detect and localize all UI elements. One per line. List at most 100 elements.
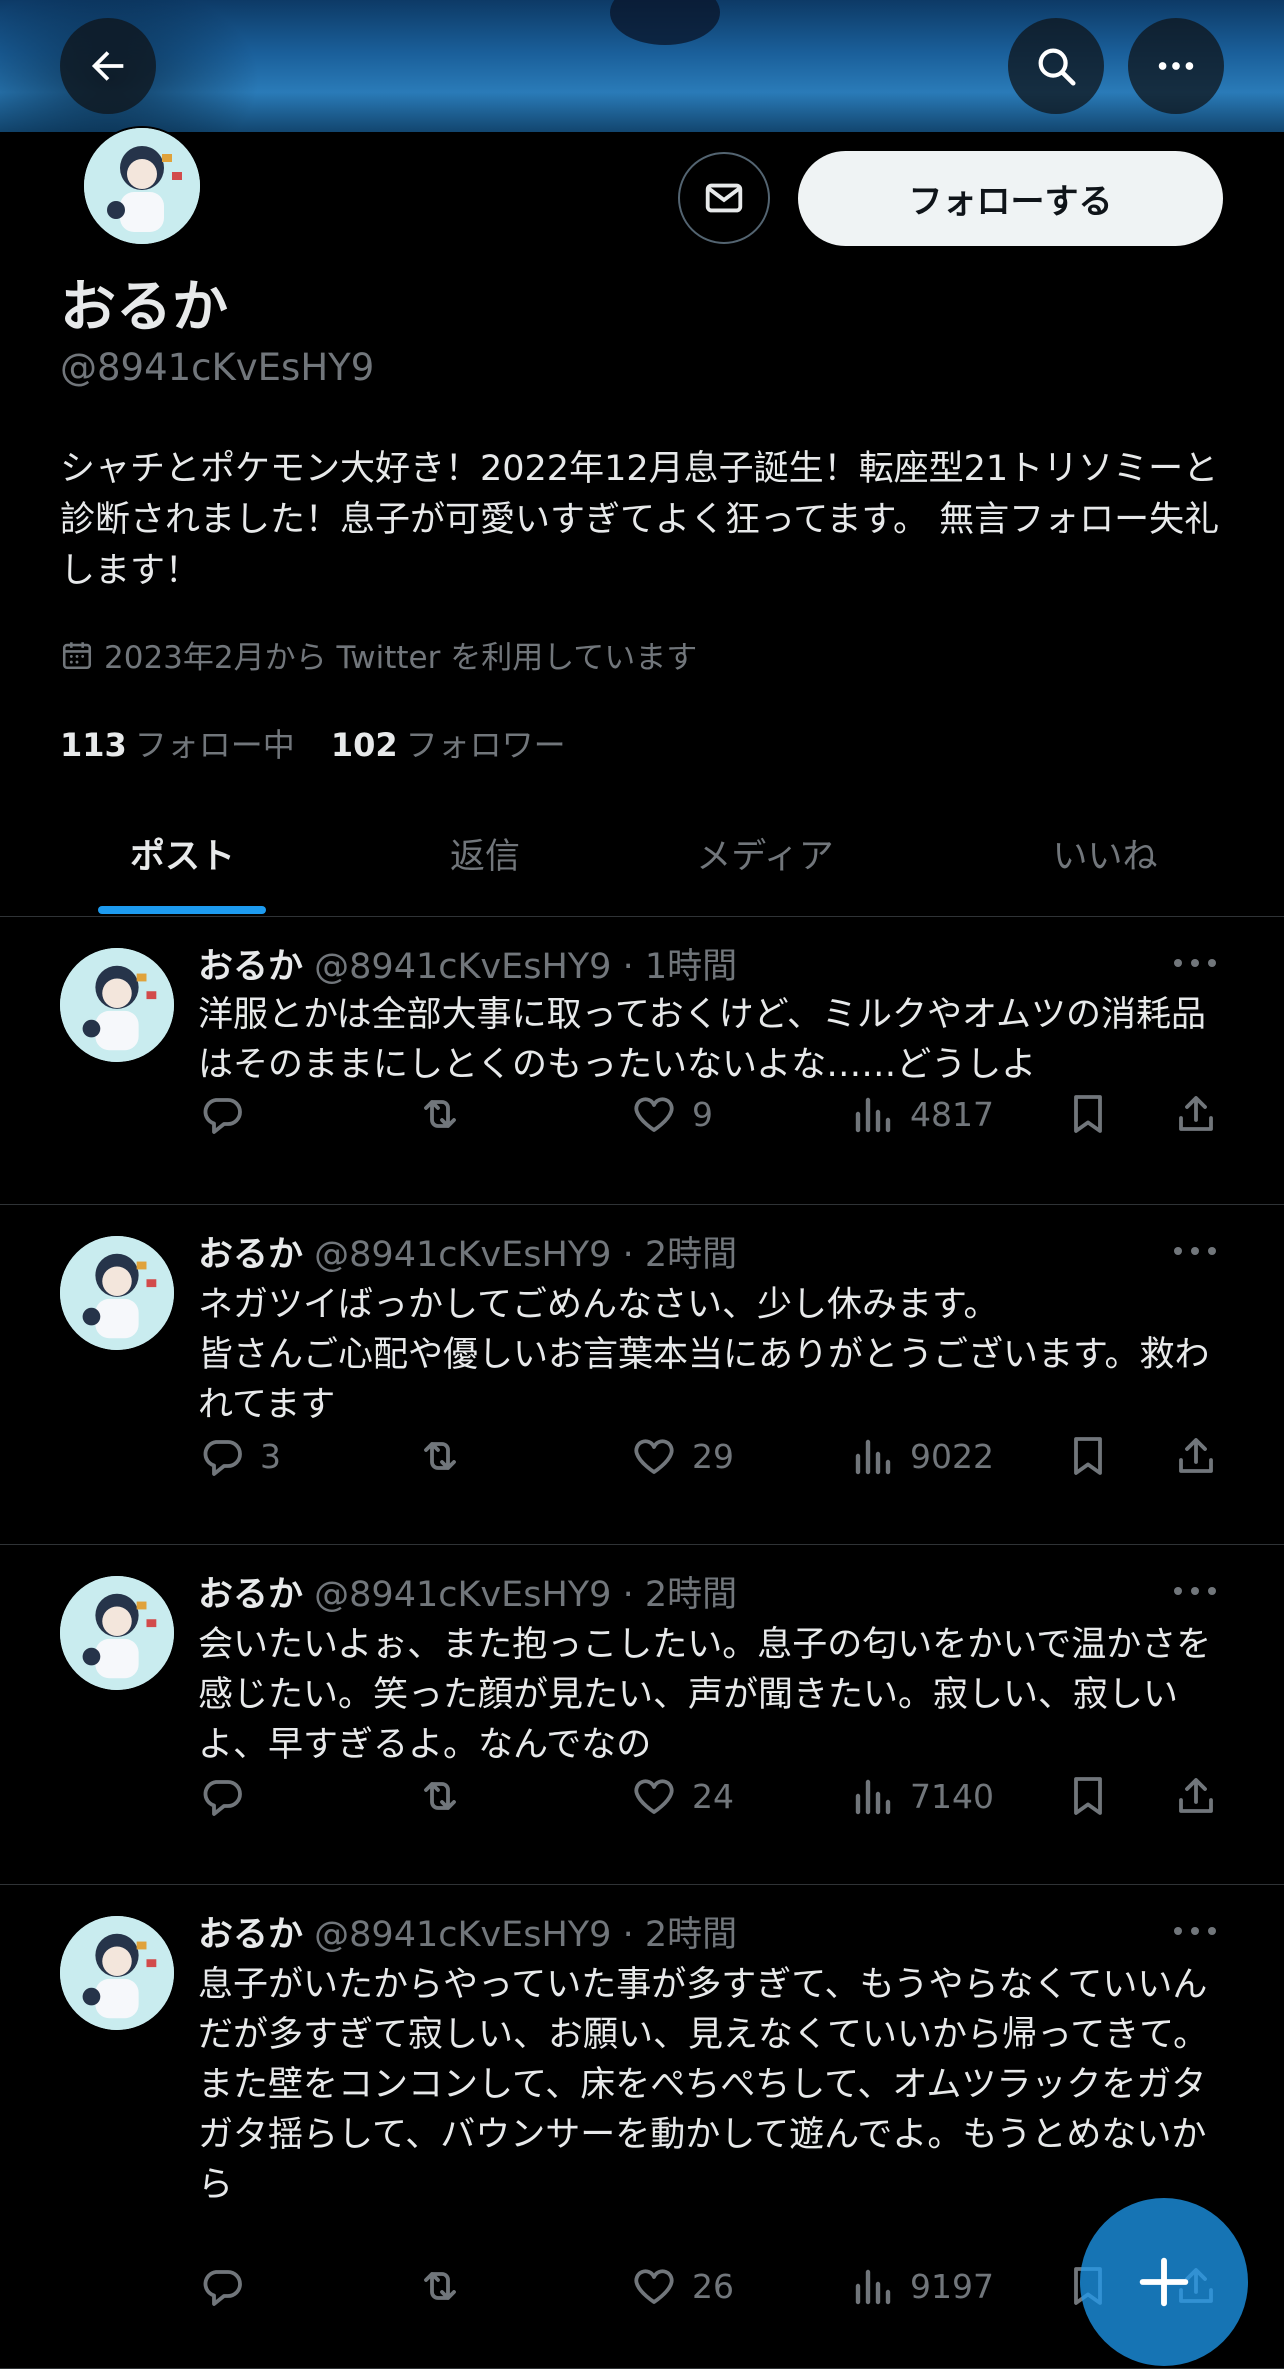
followers-count: 102 — [330, 726, 398, 764]
tab-likes[interactable]: いいね — [990, 790, 1220, 916]
calendar-icon — [62, 641, 92, 669]
post-text: 息子がいたからやっていた事が多すぎて、もうやらなくていいんだが多すぎて寂しい、お… — [198, 1965, 1209, 2205]
post-text: 洋服とかは全部大事に取っておくけど、ミルクやオムツの消耗品はそのままにしとくのも… — [198, 995, 1207, 1085]
post-more-icon[interactable] — [1170, 1924, 1220, 1938]
view-count: 4817 — [910, 1094, 994, 1134]
reply-icon — [203, 1098, 242, 1134]
repost-button[interactable] — [416, 1772, 464, 1820]
post-author-name[interactable]: おるか — [198, 1575, 303, 1615]
share-icon — [1179, 1778, 1213, 1813]
reply-count: 3 — [260, 1436, 281, 1476]
plus-icon — [1139, 2257, 1189, 2307]
reply-button[interactable] — [198, 1090, 260, 1138]
heart-icon — [634, 2269, 674, 2304]
post-header: おるか @8941cKvEsHY9 · 1時間 — [198, 938, 737, 989]
followers-label: フォロワー — [405, 726, 566, 764]
search-button[interactable] — [1008, 18, 1104, 114]
repost-button[interactable] — [416, 1090, 464, 1138]
post-author-name[interactable]: おるか — [198, 1915, 303, 1955]
heart-icon — [634, 1097, 674, 1132]
post-more-icon[interactable] — [1170, 956, 1220, 970]
profile-bio: シャチとポケモン大好き！2022年12月息子誕生！転座型21トリソミーと診断され… — [60, 449, 1220, 591]
followers-link[interactable]: 102 フォロワー — [331, 720, 566, 766]
post[interactable]: おるか @8941cKvEsHY9 · 1時間 洋服とかは全部大事に取っておくけ… — [0, 916, 1284, 1205]
banner-orca-shape — [610, 0, 720, 45]
view-count: 9022 — [910, 1436, 994, 1476]
post-header: おるか @8941cKvEsHY9 · 2時間 — [198, 1906, 737, 1957]
views-button[interactable]: 4817 — [848, 1090, 994, 1138]
post-avatar[interactable] — [60, 948, 174, 1062]
bookmark-icon — [1074, 1095, 1102, 1133]
post-more-icon[interactable] — [1170, 1584, 1220, 1598]
post-text: 会いたいよぉ、また抱っこしたい。息子の匂いをかいで温かさを感じたい。笑った顔が見… — [198, 1625, 1212, 1765]
ellipsis-icon — [1158, 62, 1194, 70]
like-count: 26 — [692, 2266, 734, 2306]
joined-date: 2023年2月から Twitter を利用しています — [60, 632, 697, 677]
post-avatar[interactable] — [60, 1576, 174, 1690]
bookmark-icon — [1074, 1777, 1102, 1815]
views-icon — [855, 1439, 891, 1475]
views-icon — [855, 1097, 891, 1133]
more-button[interactable] — [1128, 18, 1224, 114]
like-count: 9 — [692, 1094, 713, 1134]
following-link[interactable]: 113 フォロー中 — [60, 720, 295, 766]
views-button[interactable]: 9197 — [848, 2262, 994, 2310]
post-more-icon[interactable] — [1170, 1244, 1220, 1258]
share-button[interactable] — [1172, 1432, 1220, 1480]
like-count: 29 — [692, 1436, 734, 1476]
profile-tabs: ポスト 返信 メディア いいね — [0, 790, 1284, 917]
view-count: 7140 — [910, 1776, 994, 1816]
repost-button[interactable] — [416, 2262, 464, 2310]
post-meta: @8941cKvEsHY9 · 2時間 — [314, 1915, 738, 1955]
bookmark-button[interactable] — [1064, 1432, 1112, 1480]
arrow-left-icon — [91, 51, 124, 81]
post-avatar[interactable] — [60, 1236, 174, 1350]
tab-replies[interactable]: 返信 — [380, 790, 590, 916]
like-count: 24 — [692, 1776, 734, 1816]
reply-button[interactable] — [198, 1772, 260, 1820]
joined-text: 2023年2月から Twitter を利用しています — [104, 640, 698, 676]
mail-icon — [705, 183, 743, 213]
like-button[interactable]: 26 — [630, 2262, 734, 2310]
following-count: 113 — [60, 726, 127, 764]
post-header: おるか @8941cKvEsHY9 · 2時間 — [198, 1566, 737, 1617]
post-text: ネガツイばっかしてごめんなさい、少し休みます。 皆さんご心配や優しいお言葉本当に… — [198, 1285, 1210, 1425]
profile-name: おるか — [60, 275, 228, 340]
post[interactable]: おるか @8941cKvEsHY9 · 2時間 ネガツイばっかしてごめんなさい、… — [0, 1204, 1284, 1545]
reply-button[interactable]: 3 — [198, 1432, 281, 1480]
like-button[interactable]: 29 — [630, 1432, 734, 1480]
bookmark-button[interactable] — [1064, 1772, 1112, 1820]
reply-button[interactable] — [198, 2262, 260, 2310]
message-button[interactable] — [678, 152, 770, 244]
share-button[interactable] — [1172, 1772, 1220, 1820]
post-header: おるか @8941cKvEsHY9 · 2時間 — [198, 1226, 737, 1277]
profile-handle: @8941cKvEsHY9 — [60, 346, 375, 389]
post-author-name[interactable]: おるか — [198, 1235, 303, 1275]
share-button[interactable] — [1172, 1090, 1220, 1138]
profile-avatar[interactable] — [82, 126, 202, 246]
views-icon — [855, 1779, 891, 1815]
reply-icon — [203, 1440, 242, 1476]
post[interactable]: おるか @8941cKvEsHY9 · 2時間 会いたいよぉ、また抱っこしたい。… — [0, 1544, 1284, 1885]
back-button[interactable] — [60, 18, 156, 114]
like-button[interactable]: 9 — [630, 1090, 713, 1138]
follow-button[interactable]: フォローする — [798, 151, 1223, 246]
post-meta: @8941cKvEsHY9 · 2時間 — [314, 1575, 738, 1615]
post-avatar[interactable] — [60, 1916, 174, 2030]
bookmark-button[interactable] — [1064, 1090, 1112, 1138]
tab-posts[interactable]: ポスト — [80, 790, 285, 916]
share-icon — [1179, 1096, 1213, 1131]
reply-icon — [203, 2270, 242, 2306]
post-author-name[interactable]: おるか — [198, 947, 303, 987]
search-icon — [1038, 48, 1076, 86]
views-button[interactable]: 7140 — [848, 1772, 994, 1820]
repost-button[interactable] — [416, 1432, 464, 1480]
follow-stats: 113 フォロー中 102 フォロワー — [60, 720, 566, 766]
heart-icon — [634, 1779, 674, 1814]
following-label: フォロー中 — [134, 726, 295, 764]
views-button[interactable]: 9022 — [848, 1432, 994, 1480]
compose-button[interactable] — [1080, 2198, 1248, 2366]
post-meta: @8941cKvEsHY9 · 1時間 — [314, 947, 738, 987]
tab-media[interactable]: メディア — [650, 790, 880, 916]
like-button[interactable]: 24 — [630, 1772, 734, 1820]
